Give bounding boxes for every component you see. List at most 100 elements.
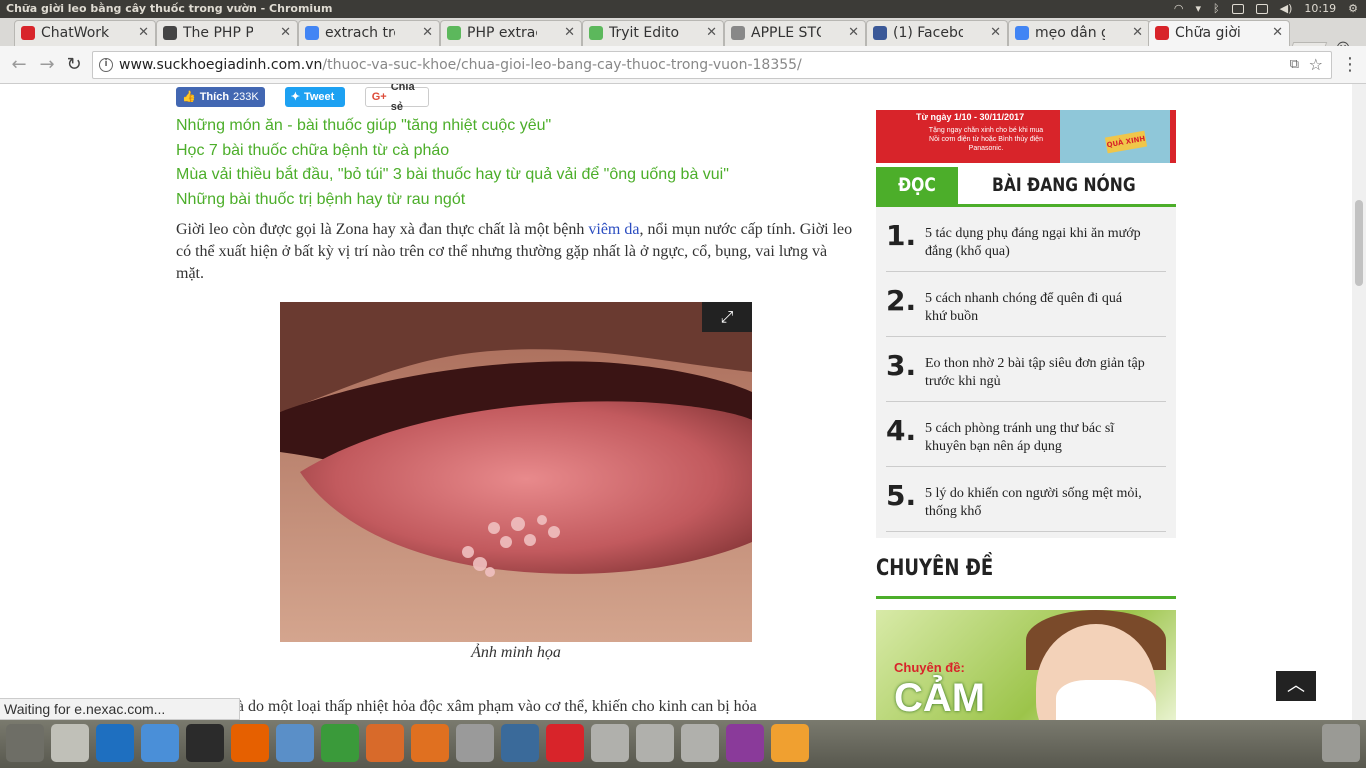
drive-icon-3[interactable] [681,724,719,762]
lip-photo [280,302,752,642]
divider [876,596,1176,599]
tab-favicon-icon [305,26,319,40]
trash-icon[interactable] [1322,724,1360,762]
browser-tab[interactable]: PHP extract✕ [440,20,582,46]
power-icon[interactable]: ⚙ [1348,0,1358,18]
tab-favicon-icon [589,26,603,40]
topic-banner[interactable]: Chuyên đề: CẢM [876,610,1176,720]
image-viewer-icon[interactable] [276,724,314,762]
inline-link[interactable]: viêm da [588,221,639,238]
close-tab-icon[interactable]: ✕ [138,21,149,45]
network-icon[interactable]: ▾ [1196,0,1202,18]
system-top-bar: Chữa giời leo bằng cây thuốc trong vườn … [0,0,1366,18]
workspace-icon[interactable] [726,724,764,762]
git-icon[interactable] [546,724,584,762]
facebook-like-button[interactable]: 👍 Thích 233K [176,87,265,107]
page-info-icon[interactable]: i [99,58,113,72]
chromium-icon[interactable] [141,724,179,762]
clock[interactable]: 10:19 [1304,0,1336,18]
browser-tab[interactable]: ChatWork - ✕ [14,20,156,46]
tab-favicon-icon [1155,26,1169,40]
software-center-icon[interactable] [411,724,449,762]
close-tab-icon[interactable]: ✕ [564,21,575,45]
tab-most-read[interactable]: ĐỌC NHIỀU [876,167,958,233]
dash-icon[interactable] [6,724,44,762]
article-image[interactable]: ⤢ [280,302,752,642]
twitter-bird-icon: ✦ [290,91,300,103]
drive-icon-2[interactable] [636,724,674,762]
back-icon[interactable]: ← [8,54,30,76]
tab-favicon-icon [447,26,461,40]
close-tab-icon[interactable]: ✕ [280,21,291,45]
tab-trending[interactable]: BÀI ĐANG NÓNG [992,167,1136,204]
related-link[interactable]: Những bài thuốc trị bệnh hay từ rau ngót [176,188,729,213]
list-item[interactable]: 2. 5 cách nhanh chóng để quên đi quá khứ … [886,272,1166,337]
volume-icon[interactable]: ◀) [1280,0,1293,18]
related-link[interactable]: Học 7 bài thuốc chữa bệnh từ cà pháo [176,139,729,164]
list-item[interactable]: 5. 5 lý do khiến con người sống mệt mỏi, … [886,467,1166,532]
sidebar-tabs: ĐỌC NHIỀU BÀI ĐANG NÓNG [876,167,1176,233]
mysql-workbench-icon[interactable] [501,724,539,762]
related-links: Những món ăn - bài thuốc giúp "tăng nhiệ… [176,114,729,212]
close-tab-icon[interactable]: ✕ [706,21,717,45]
reload-icon[interactable]: ↻ [63,54,85,76]
wifi-icon[interactable]: ◠ [1174,0,1184,18]
close-tab-icon[interactable]: ✕ [848,21,859,45]
url-path: /thuoc-va-suc-khoe/chua-gioi-leo-bang-ca… [322,57,802,73]
list-item[interactable]: 1. 5 tác dụng phụ đáng ngại khi ăn mướp đ… [886,207,1166,272]
browser-tab[interactable]: extrach tro ✕ [298,20,440,46]
tab-strip: ChatWork -✕ The PHP Pra✕ extrach tro✕ PH… [0,18,1366,60]
drive-icon-1[interactable] [591,724,629,762]
translate-icon[interactable]: ⧉ [1290,52,1299,78]
spreadsheet-icon[interactable] [321,724,359,762]
battery-icon[interactable] [1255,4,1268,14]
system-tray: ◠ ▾ ᛒ ◀) 10:19 ⚙ [1174,0,1358,18]
advertisement-banner[interactable]: Từ ngày 1/10 - 30/11/2017 Tặng ngay chăn… [876,110,1176,163]
tweet-button[interactable]: ✦ Tweet [284,87,345,107]
url-host: www.suckhoegiadinh.com.vn [119,57,323,73]
sublime-icon[interactable] [771,724,809,762]
close-tab-icon[interactable]: ✕ [990,21,1001,45]
vscode-icon[interactable] [96,724,134,762]
tab-favicon-icon [163,26,177,40]
bookmark-star-icon[interactable]: ☆ [1309,52,1323,78]
section-heading: CHUYÊN ĐỀ [876,556,994,581]
vertical-scrollbar[interactable] [1352,84,1366,720]
settings-icon[interactable] [456,724,494,762]
browser-tab[interactable]: mẹo dân gi✕ [1008,20,1150,46]
expand-icon[interactable]: ⤢ [702,302,752,332]
tab-favicon-icon [873,26,887,40]
address-bar[interactable]: i www.suckhoegiadinh.com.vn/thuoc-va-suc… [92,51,1332,79]
firefox-icon[interactable] [231,724,269,762]
scrollbar-thumb[interactable] [1355,200,1363,286]
close-tab-icon[interactable]: ✕ [1132,21,1143,45]
forward-icon[interactable]: → [36,54,58,76]
close-tab-icon[interactable]: ✕ [1272,21,1283,45]
impress-icon[interactable] [366,724,404,762]
browser-tab-active[interactable]: Chữa giời le✕ [1148,20,1290,46]
browser-tab[interactable]: APPLE STO ✕ [724,20,866,46]
scroll-to-top-button[interactable]: ︿ [1276,671,1316,701]
most-read-list: 1. 5 tác dụng phụ đáng ngại khi ăn mướp đ… [876,207,1176,538]
list-item[interactable]: 3. Eo thon nhờ 2 bài tập siêu đơn giản tậ… [886,337,1166,402]
related-link[interactable]: Những món ăn - bài thuốc giúp "tăng nhiệ… [176,114,729,139]
taskbar-dock [0,720,1366,768]
browser-tab[interactable]: The PHP Pra✕ [156,20,298,46]
web-page: 👍 Thích 233K ✦ Tweet G+ Chia sẻ Những món ăn… [0,84,1352,720]
browser-tab[interactable]: Tryit Editor ✕ [582,20,724,46]
image-caption: Ảnh minh họa [471,644,561,661]
files-icon[interactable] [51,724,89,762]
google-share-button[interactable]: G+ Chia sẻ [364,84,429,113]
bluetooth-icon[interactable]: ᛒ [1213,0,1220,18]
browser-tab[interactable]: (1) Faceboo✕ [866,20,1008,46]
browser-menu-icon[interactable]: ⋮ [1340,54,1360,76]
article-paragraph: Giời leo còn được gọi là Zona hay xà đan… [176,221,853,282]
terminal-icon[interactable] [186,724,224,762]
tab-favicon-icon [1015,26,1029,40]
related-link[interactable]: Mùa vải thiều bắt đầu, "bỏ túi" 3 bài th… [176,163,729,188]
close-tab-icon[interactable]: ✕ [422,21,433,45]
keyboard-icon[interactable] [1231,4,1244,14]
list-item[interactable]: 4. 5 cách phòng tránh ung thư bác sĩ khuy… [886,402,1166,467]
status-bubble: Waiting for e.nexac.com... [0,698,240,720]
tab-favicon-icon [731,26,745,40]
